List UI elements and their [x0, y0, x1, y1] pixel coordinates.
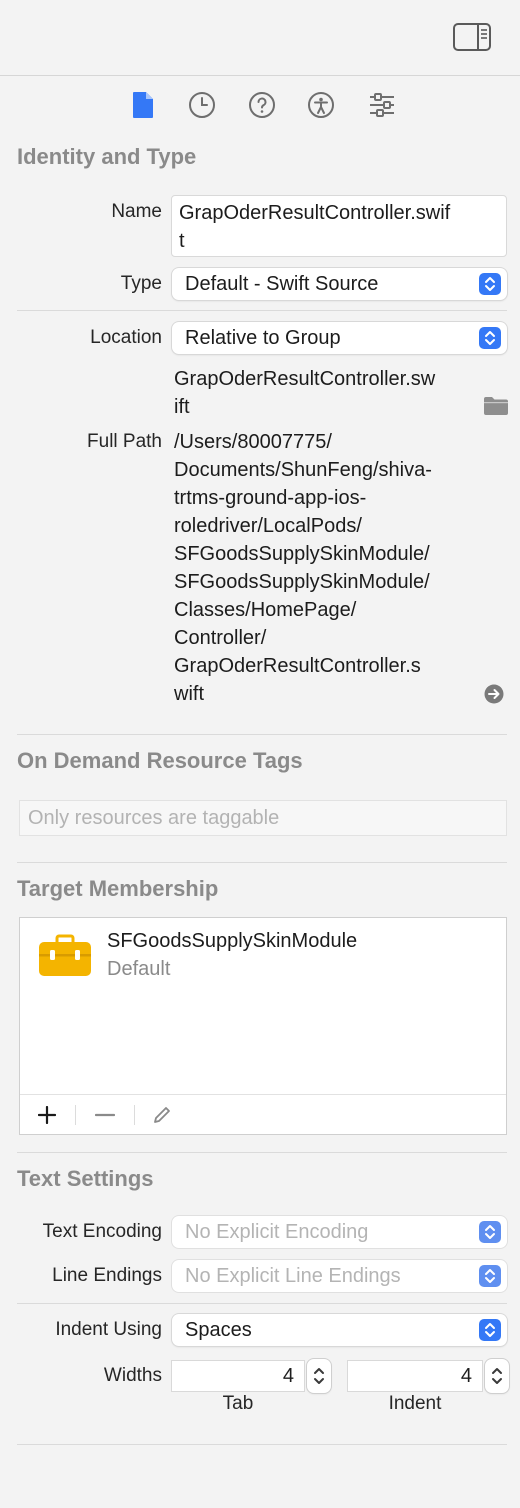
folder-icon — [484, 397, 508, 415]
minus-icon — [95, 1113, 115, 1117]
location-label: Location — [90, 327, 162, 348]
tab-caption: Tab — [222, 1393, 254, 1414]
indent-using-popup[interactable]: Spaces — [172, 1314, 507, 1346]
resource-tags-field: Only resources are taggable — [19, 800, 507, 836]
full-path-line: wift — [174, 683, 204, 705]
line-endings-label: Line Endings — [52, 1265, 162, 1286]
accessibility-icon — [308, 92, 334, 118]
separator — [17, 1444, 507, 1445]
inspector-toolbar — [0, 0, 520, 76]
full-path-line: GrapOderResultController.s — [174, 655, 421, 677]
chevron-updown-icon — [479, 1319, 501, 1341]
edit-target-button[interactable] — [144, 1101, 180, 1129]
text-settings-section-title: Text Settings — [17, 1166, 154, 1191]
indent-width-stepper[interactable] — [485, 1359, 509, 1393]
tab-width-field[interactable]: 4 — [171, 1360, 305, 1392]
type-value: Default - Swift Source — [185, 273, 379, 295]
full-path-line: Classes/HomePage/ — [174, 599, 357, 621]
separator — [17, 1152, 507, 1153]
pencil-icon — [154, 1107, 170, 1123]
chevron-updown-icon — [479, 273, 501, 295]
file-name-line-1: GrapOderResultController.sw — [174, 368, 436, 390]
question-icon — [249, 92, 275, 118]
name-label: Name — [111, 201, 162, 222]
indent-width-field[interactable]: 4 — [347, 1360, 483, 1392]
file-name-text: GrapOderResultController.sw ift — [174, 365, 479, 421]
choose-file-button[interactable] — [483, 395, 509, 417]
toolbox-icon — [38, 934, 92, 978]
tab-accessibility-inspector[interactable] — [305, 89, 337, 121]
full-path-line: SFGoodsSupplySkinModule/ — [174, 543, 430, 565]
divider — [134, 1105, 135, 1125]
full-path-line: Controller/ — [174, 627, 267, 649]
type-label: Type — [120, 273, 162, 294]
indent-using-value: Spaces — [185, 1319, 252, 1341]
full-path-line: Documents/ShunFeng/shiva- — [174, 459, 432, 481]
separator — [17, 734, 507, 735]
chevron-updown-icon — [314, 1368, 324, 1384]
inspector-tabs — [0, 77, 520, 133]
line-endings-popup[interactable]: No Explicit Line Endings — [172, 1260, 507, 1292]
text-encoding-value: No Explicit Encoding — [185, 1221, 369, 1243]
tab-quick-help[interactable] — [246, 89, 278, 121]
location-popup[interactable]: Relative to Group — [172, 322, 507, 354]
chevron-updown-icon — [492, 1368, 502, 1384]
divider — [75, 1105, 76, 1125]
membership-section-title: Target Membership — [17, 876, 219, 901]
identity-section-title: Identity and Type — [17, 144, 197, 169]
chevron-updown-icon — [479, 1265, 501, 1287]
name-value-line-1: GrapOderResultController.swif — [179, 202, 451, 224]
widths-label: Widths — [103, 1365, 162, 1386]
full-path-line: trtms-ground-app-ios- — [174, 487, 367, 509]
remove-target-button[interactable] — [87, 1101, 123, 1129]
full-path-line: roledriver/LocalPods/ — [174, 515, 362, 537]
full-path-line: /Users/80007775/ — [174, 431, 332, 453]
resource-tags-placeholder: Only resources are taggable — [28, 807, 280, 829]
arrow-circle-right-icon — [484, 684, 504, 704]
type-popup[interactable]: Default - Swift Source — [172, 268, 507, 300]
plus-icon — [38, 1106, 56, 1124]
target-name: SFGoodsSupplySkinModule — [107, 930, 358, 952]
indent-using-label: Indent Using — [55, 1319, 162, 1340]
tab-file-inspector[interactable] — [127, 89, 159, 121]
sliders-icon — [370, 93, 394, 117]
add-target-button[interactable] — [29, 1101, 65, 1129]
odr-section-title: On Demand Resource Tags — [17, 748, 303, 773]
tab-width-stepper[interactable] — [307, 1359, 331, 1393]
indent-width-value: 4 — [460, 1365, 472, 1387]
text-encoding-label: Text Encoding — [42, 1221, 162, 1242]
reveal-in-finder-button[interactable] — [484, 684, 504, 704]
text-encoding-popup[interactable]: No Explicit Encoding — [172, 1216, 507, 1248]
sidebar-right-icon — [453, 23, 491, 51]
full-path-line: SFGoodsSupplySkinModule/ — [174, 571, 430, 593]
target-membership-list: SFGoodsSupplySkinModule Default — [19, 917, 507, 1135]
separator — [17, 1303, 507, 1304]
chevron-updown-icon — [479, 1221, 501, 1243]
separator — [17, 862, 507, 863]
name-value-line-2: t — [179, 230, 185, 252]
target-subtitle: Default — [107, 958, 171, 980]
full-path-label: Full Path — [87, 431, 162, 452]
tab-attributes-inspector[interactable] — [366, 89, 398, 121]
document-icon — [133, 92, 153, 118]
tab-width-value: 4 — [282, 1365, 294, 1387]
file-name-line-2: ift — [174, 396, 190, 418]
line-endings-value: No Explicit Line Endings — [185, 1265, 401, 1287]
indent-caption: Indent — [388, 1393, 442, 1414]
tab-history-inspector[interactable] — [186, 89, 218, 121]
location-value: Relative to Group — [185, 327, 341, 349]
clock-icon — [189, 92, 215, 118]
target-row[interactable]: SFGoodsSupplySkinModule Default — [20, 918, 506, 992]
toggle-inspector-button[interactable] — [452, 22, 492, 52]
membership-footer-bar — [20, 1094, 506, 1134]
full-path-text: /Users/80007775/ Documents/ShunFeng/shiv… — [174, 428, 484, 708]
chevron-updown-icon — [479, 327, 501, 349]
separator — [17, 310, 507, 311]
name-field[interactable]: GrapOderResultController.swif t — [171, 195, 507, 257]
